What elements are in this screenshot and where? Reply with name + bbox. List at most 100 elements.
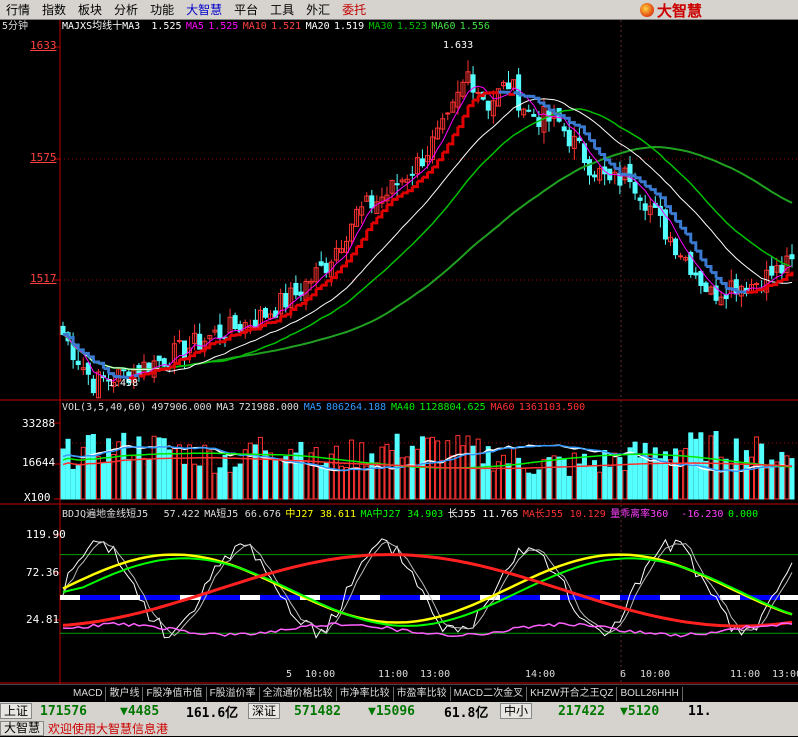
menu-item-8[interactable]: 外汇 bbox=[300, 0, 336, 20]
ind-legend-8: 长J55 bbox=[448, 509, 476, 521]
indicator-tab-3[interactable]: F股溢价率 bbox=[207, 687, 260, 701]
menu-item-4[interactable]: 功能 bbox=[144, 0, 180, 20]
volume-bar bbox=[102, 463, 106, 499]
main-legend-6: MA20 bbox=[306, 21, 330, 33]
volume-bar bbox=[167, 450, 171, 499]
menu-item-0[interactable]: 行情 bbox=[0, 0, 36, 20]
step-ma-segment bbox=[195, 351, 200, 352]
ind-legend-0: BDJQ遍地金线短J5 bbox=[62, 509, 148, 521]
ticker-brand[interactable]: 大智慧 bbox=[0, 721, 44, 736]
candle-body bbox=[486, 101, 490, 110]
volume-bar bbox=[760, 444, 764, 499]
logo-text: 大智慧 bbox=[657, 0, 702, 21]
candle-body bbox=[755, 284, 759, 285]
menu-item-3[interactable]: 分析 bbox=[108, 0, 144, 20]
indicator-tab-6[interactable]: 市盈率比较 bbox=[394, 687, 451, 701]
low-price-label: 1.458 bbox=[108, 378, 138, 390]
candle-body bbox=[704, 283, 708, 291]
candle-body bbox=[233, 316, 237, 329]
indicator-tab-5[interactable]: 市净率比较 bbox=[337, 687, 394, 701]
volume-bar bbox=[147, 459, 151, 499]
volume-bar bbox=[724, 459, 728, 499]
vol-legend-1: 497906.000 bbox=[151, 402, 211, 414]
volume-bar bbox=[233, 467, 237, 499]
candle-body bbox=[183, 341, 187, 358]
volume-bar bbox=[218, 468, 222, 499]
main-legend-11: 1.556 bbox=[460, 21, 490, 33]
main-legend-1: 1.525 bbox=[151, 21, 181, 33]
indicator-tab-0[interactable]: MACD bbox=[70, 687, 106, 701]
candle-body bbox=[319, 262, 323, 265]
vol-legend-4: MA5 bbox=[304, 402, 322, 414]
step-ma-segment bbox=[726, 289, 731, 290]
volume-bar bbox=[588, 466, 592, 499]
volume-bar bbox=[299, 442, 303, 499]
time-label-6: 10:00 bbox=[640, 669, 670, 681]
volume-bar bbox=[633, 442, 637, 499]
main-legend-0: MAJXS均线十MA3 bbox=[62, 21, 140, 33]
candle-body bbox=[410, 174, 414, 175]
volume-bar bbox=[537, 470, 541, 499]
volume-bar bbox=[780, 452, 784, 499]
volume-bar bbox=[658, 459, 662, 499]
ticker-message[interactable]: 欢迎使用大智慧信息港 bbox=[48, 720, 168, 737]
kline-chart-area[interactable]: MAJXS均线十MA31.525MA51.525MA101.521MA201.5… bbox=[0, 20, 798, 684]
candle-body bbox=[628, 164, 632, 181]
volume-bar bbox=[714, 431, 718, 499]
candle-body bbox=[588, 160, 592, 175]
volume-bar bbox=[653, 448, 657, 499]
menu-item-9[interactable]: 委托 bbox=[336, 0, 372, 20]
main-legend-2: MA5 bbox=[186, 21, 204, 33]
indicator-tab-7[interactable]: MACD二次金叉 bbox=[451, 687, 527, 701]
volume-bar bbox=[734, 439, 738, 499]
zx-index-label[interactable]: 中小 bbox=[500, 703, 532, 719]
indicator-tab-9[interactable]: BOLL26HHH bbox=[617, 687, 682, 701]
candle-body bbox=[577, 138, 581, 140]
volume-bar bbox=[91, 435, 95, 499]
ind-legend-1: 57.422 bbox=[164, 509, 200, 521]
ind-legend-12: 量乖离率360 bbox=[610, 509, 668, 521]
menu-item-7[interactable]: 工具 bbox=[264, 0, 300, 20]
step-ma-segment bbox=[114, 376, 119, 377]
volume-bar bbox=[694, 439, 698, 499]
volume-bar bbox=[527, 473, 531, 499]
candle-body bbox=[638, 198, 642, 200]
candle-body bbox=[370, 196, 374, 208]
volume-bar bbox=[674, 449, 678, 499]
vol-axis-label-1: 16644 bbox=[22, 457, 55, 469]
step-ma-segment bbox=[777, 280, 782, 282]
zx-index-value: 217422 bbox=[532, 704, 620, 719]
volume-bar bbox=[66, 439, 70, 499]
main-legend-5: 1.521 bbox=[271, 21, 301, 33]
main-legend-3: 1.525 bbox=[208, 21, 238, 33]
indicator-tab-2[interactable]: F股净值市值 bbox=[143, 687, 206, 701]
candle-body bbox=[507, 83, 511, 89]
step-ma-segment bbox=[767, 285, 772, 286]
zx-index-change: ▼5120 bbox=[620, 704, 688, 719]
ind-axis-label-1: 72.36 bbox=[26, 567, 59, 579]
price-axis-label-0: 1633 bbox=[30, 40, 57, 52]
indicator-tab-4[interactable]: 全流通价格比较 bbox=[260, 687, 337, 701]
volume-bar bbox=[507, 464, 511, 499]
sz-index-label[interactable]: 深证 bbox=[248, 703, 280, 719]
menu-item-6[interactable]: 平台 bbox=[228, 0, 264, 20]
volume-bar bbox=[577, 464, 581, 499]
indicator-tab-8[interactable]: KHZW开合之王QZ bbox=[527, 687, 617, 701]
step-ma-segment bbox=[154, 369, 159, 370]
menu-item-1[interactable]: 指数 bbox=[36, 0, 72, 20]
high-price-label: 1.633 bbox=[443, 40, 473, 52]
sh-index-label[interactable]: 上证 bbox=[0, 703, 32, 719]
vol-legend-8: MA60 bbox=[491, 402, 515, 414]
volume-bar bbox=[370, 454, 374, 499]
indicator-tab-1[interactable]: 散户线 bbox=[106, 687, 143, 701]
volume-bar bbox=[107, 439, 111, 499]
menu-item-2[interactable]: 板块 bbox=[72, 0, 108, 20]
candle-body bbox=[284, 294, 288, 307]
time-label-7: 11:00 bbox=[730, 669, 760, 681]
volume-bar bbox=[582, 454, 586, 499]
candle-body bbox=[633, 183, 637, 193]
volume-bar bbox=[238, 464, 242, 499]
menu-item-5[interactable]: 大智慧 bbox=[180, 0, 228, 20]
vol-legend-2: MA3 bbox=[216, 402, 234, 414]
logo-icon bbox=[640, 3, 654, 17]
